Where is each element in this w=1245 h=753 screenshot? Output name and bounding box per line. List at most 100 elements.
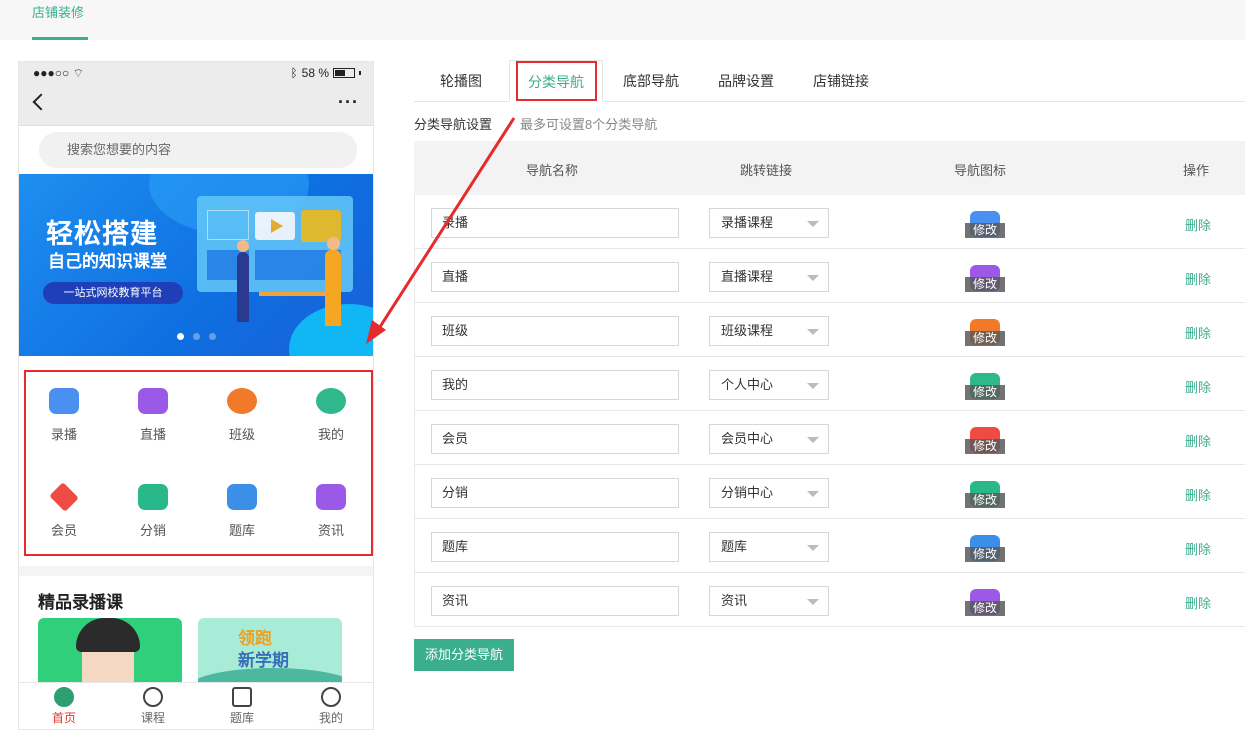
status-bar: ●●●○○ ⌔ ᛒ 58 % (19, 62, 373, 84)
person-illustration (237, 240, 249, 322)
category-item[interactable]: 录播 (34, 388, 94, 443)
category-item[interactable]: 我的 (301, 388, 361, 443)
delete-button[interactable]: 删除 (1185, 485, 1211, 504)
delete-button[interactable]: 删除 (1185, 593, 1211, 612)
book-icon (227, 484, 257, 510)
signal-dots: ●●●○○ (33, 66, 70, 80)
tab-category-nav[interactable]: 分类导航 (509, 60, 603, 102)
edit-icon-button[interactable]: 修改 (965, 331, 1005, 346)
active-tab-indicator (32, 37, 88, 40)
nav-icon-preview[interactable]: 修改 (965, 265, 1005, 293)
nav-name-input[interactable]: 录播 (431, 208, 679, 238)
battery-icon (333, 68, 355, 78)
nav-name-input[interactable]: 分销 (431, 478, 679, 508)
delete-button[interactable]: 删除 (1185, 215, 1211, 234)
tabbar-item-mine[interactable]: 我的 (301, 687, 361, 726)
tab-bottom-nav[interactable]: 底部导航 (604, 60, 698, 102)
tabbar-item-course[interactable]: 课程 (123, 687, 183, 726)
category-item[interactable]: 会员 (34, 482, 94, 539)
edit-icon-button[interactable]: 修改 (965, 547, 1005, 562)
battery-tip (359, 71, 361, 75)
header-icon: 导航图标 (954, 163, 1007, 178)
chevron-down-icon (807, 221, 819, 227)
nav-icon-preview[interactable]: 修改 (965, 535, 1005, 563)
category-item[interactable]: 班级 (212, 388, 272, 443)
tabbar-item-home[interactable]: 首页 (34, 687, 94, 726)
edit-icon-button[interactable]: 修改 (965, 385, 1005, 400)
link-select[interactable]: 会员中心 (709, 424, 829, 454)
category-label: 会员 (50, 523, 77, 538)
nav-icon-preview[interactable]: 修改 (965, 373, 1005, 401)
link-select-value: 资讯 (721, 593, 748, 608)
nav-icon-preview[interactable]: 修改 (965, 427, 1005, 455)
nav-name-input[interactable]: 直播 (431, 262, 679, 292)
wifi-icon: ⌔ (72, 66, 84, 80)
course-card[interactable] (38, 618, 182, 688)
carousel-dot[interactable] (177, 333, 184, 340)
table-body: 录播 录播课程 修改 删除 直播 直播课程 修改 删除 班级 班级课程 修改 删除 我的 个人中心 修改 删除… (414, 195, 1245, 627)
banner[interactable]: 轻松搭建 自己的知识课堂 一站式网校教育平台 (19, 174, 373, 356)
header-action: 操作 (1183, 163, 1210, 178)
delete-button[interactable]: 删除 (1185, 539, 1211, 558)
tab-carousel[interactable]: 轮播图 (414, 60, 508, 102)
nav-name-input[interactable]: 题库 (431, 532, 679, 562)
delete-button[interactable]: 删除 (1185, 377, 1211, 396)
edit-icon-button[interactable]: 修改 (965, 223, 1005, 238)
nav-name-input[interactable]: 班级 (431, 316, 679, 346)
header-link: 跳转链接 (740, 163, 793, 178)
tab-store-link[interactable]: 店铺链接 (794, 60, 888, 102)
link-select[interactable]: 分销中心 (709, 478, 829, 508)
add-category-button[interactable]: 添加分类导航 (414, 639, 514, 671)
phone-tab-bar: 首页 课程 题库 我的 (19, 682, 373, 729)
carousel-dot[interactable] (193, 333, 200, 340)
tabbar-item-questions[interactable]: 题库 (212, 687, 272, 726)
phone-nav-bar: ··· (19, 84, 373, 126)
category-item[interactable]: 题库 (212, 484, 272, 539)
tab-brand-settings[interactable]: 品牌设置 (699, 60, 793, 102)
edit-icon-button[interactable]: 修改 (965, 439, 1005, 454)
edit-icon-button[interactable]: 修改 (965, 277, 1005, 292)
edit-icon-button[interactable]: 修改 (965, 493, 1005, 508)
nav-icon-preview[interactable]: 修改 (965, 211, 1005, 239)
nav-icon-preview[interactable]: 修改 (965, 481, 1005, 509)
table-row: 资讯 资讯修改 删除 (414, 573, 1245, 627)
link-select-value: 会员中心 (721, 431, 774, 446)
tabbar-label: 课程 (140, 711, 165, 725)
category-label: 我的 (317, 427, 344, 442)
link-select-value: 个人中心 (721, 377, 774, 392)
settings-tabs: 轮播图 分类导航 底部导航 品牌设置 店铺链接 (414, 60, 1245, 102)
nav-name-input[interactable]: 资讯 (431, 586, 679, 616)
more-icon[interactable]: ··· (338, 92, 359, 113)
category-table: 导航名称 跳转链接 导航图标 操作 录播 录播课程 修改 删除 直播 直播课程 修改 删除 班级… (414, 141, 1245, 627)
category-item[interactable]: 分销 (123, 484, 183, 539)
delete-button[interactable]: 删除 (1185, 323, 1211, 342)
link-select[interactable]: 班级课程 (709, 316, 829, 346)
link-select[interactable]: 直播课程 (709, 262, 829, 292)
carousel-dot[interactable] (209, 333, 216, 340)
link-select[interactable]: 录播课程 (709, 208, 829, 238)
course-title-line2: 新学期 (238, 651, 289, 670)
category-item[interactable]: 直播 (123, 388, 183, 443)
link-select[interactable]: 个人中心 (709, 370, 829, 400)
link-select[interactable]: 题库 (709, 532, 829, 562)
delete-button[interactable]: 删除 (1185, 431, 1211, 450)
nav-icon-preview[interactable]: 修改 (965, 589, 1005, 617)
table-row: 会员 会员中心修改 删除 (414, 411, 1245, 465)
delete-button[interactable]: 删除 (1185, 269, 1211, 288)
banner-title: 轻松搭建 (46, 219, 158, 249)
back-icon[interactable] (32, 93, 50, 111)
table-row: 录播 录播课程修改 删除 (414, 195, 1245, 249)
category-nav: 录播 直播 班级 我的会员 分销 题库 资讯 (19, 356, 373, 566)
category-item[interactable]: 资讯 (301, 484, 361, 539)
nav-icon-preview[interactable]: 修改 (965, 319, 1005, 347)
edit-icon-button[interactable]: 修改 (965, 601, 1005, 616)
tab-store-decoration[interactable]: 店铺装修 (32, 6, 84, 39)
phone-preview: ●●●○○ ⌔ ᛒ 58 % ··· 搜索您想要的内容 轻松搭建 自己的知识课堂… (18, 61, 374, 730)
nav-name-input[interactable]: 会员 (431, 424, 679, 454)
bear-face-icon (316, 388, 346, 414)
status-right: ᛒ 58 % (290, 66, 361, 80)
search-input[interactable]: 搜索您想要的内容 (39, 132, 357, 168)
course-card[interactable]: 领跑 新学期 (198, 618, 342, 688)
nav-name-input[interactable]: 我的 (431, 370, 679, 400)
link-select[interactable]: 资讯 (709, 586, 829, 616)
